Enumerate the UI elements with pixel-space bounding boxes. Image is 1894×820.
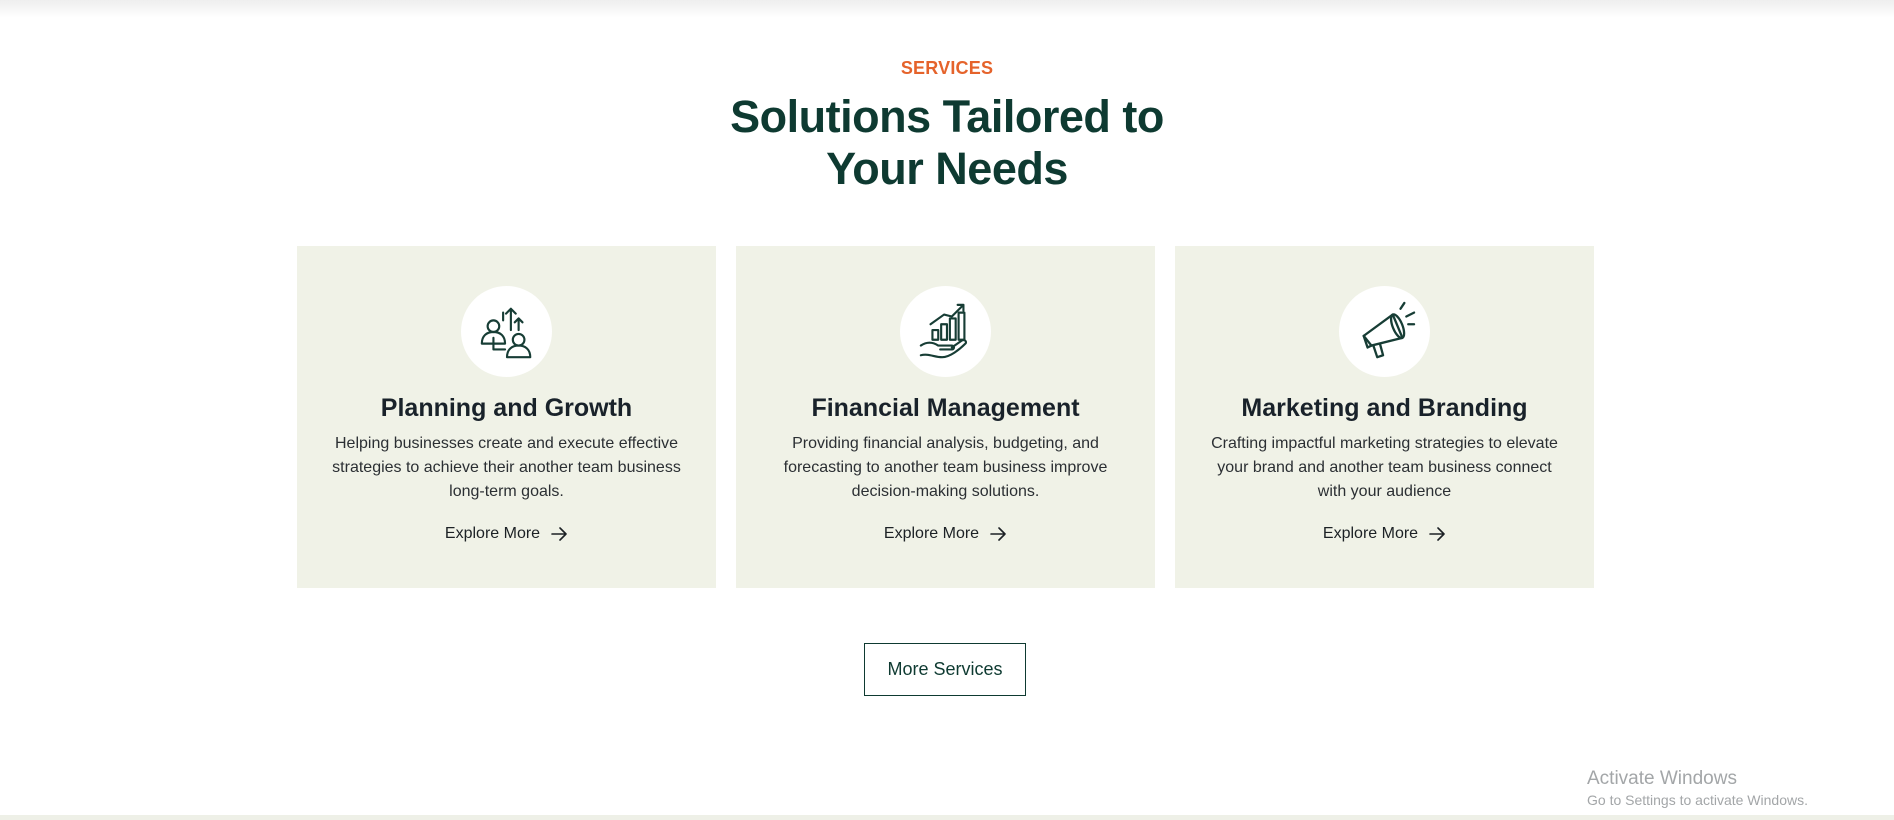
arrow-right-icon xyxy=(551,527,567,541)
explore-more-label: Explore More xyxy=(883,525,980,542)
card-title: Marketing and Branding xyxy=(1241,394,1528,422)
planning-growth-icon xyxy=(461,286,552,377)
next-section-edge xyxy=(0,815,1894,820)
explore-more-link[interactable]: Explore More xyxy=(736,525,1155,543)
arrow-right-icon xyxy=(990,527,1006,541)
services-section: SERVICES Solutions Tailored to Your Need… xyxy=(0,0,1894,815)
service-card-marketing: Marketing and Branding Crafting impactfu… xyxy=(1175,246,1594,588)
card-title: Financial Management xyxy=(811,394,1080,422)
watermark-title: Activate Windows xyxy=(1587,768,1737,789)
arrow-right-icon xyxy=(1429,527,1445,541)
card-description: Providing financial analysis, budgeting,… xyxy=(783,435,1108,500)
card-description: Helping businesses create and execute ef… xyxy=(332,435,681,500)
service-card-financial: Financial Management Providing financial… xyxy=(736,246,1155,588)
card-title: Planning and Growth xyxy=(380,394,633,422)
service-card-planning: Planning and Growth Helping businesses c… xyxy=(297,246,716,588)
section-title: Solutions Tailored to Your Needs xyxy=(730,91,1164,194)
megaphone-icon xyxy=(1339,286,1430,377)
financial-chart-hand-icon xyxy=(900,286,991,377)
windows-activation-watermark: Activate Windows Go to Settings to activ… xyxy=(1587,768,1808,808)
section-eyebrow: SERVICES xyxy=(900,58,994,78)
services-cards: Planning and Growth Helping businesses c… xyxy=(297,246,1594,588)
explore-more-link[interactable]: Explore More xyxy=(297,525,716,543)
more-services-button[interactable]: More Services xyxy=(864,643,1026,696)
explore-more-label: Explore More xyxy=(1322,525,1419,542)
card-description: Crafting impactful marketing strategies … xyxy=(1211,435,1558,500)
watermark-subtitle: Go to Settings to activate Windows. xyxy=(1587,792,1808,808)
explore-more-label: Explore More xyxy=(444,525,541,542)
explore-more-link[interactable]: Explore More xyxy=(1175,525,1594,543)
